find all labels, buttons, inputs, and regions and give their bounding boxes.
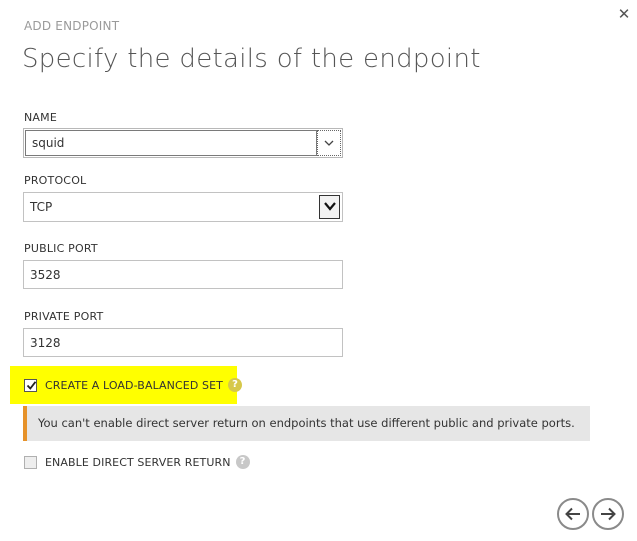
dialog-title: Specify the details of the endpoint — [22, 44, 481, 74]
private-port-input[interactable] — [23, 328, 343, 357]
chevron-down-icon — [323, 202, 336, 211]
chevron-down-icon — [324, 140, 334, 146]
direct-return-checkbox[interactable] — [24, 455, 37, 469]
protocol-select[interactable]: TCP — [23, 192, 343, 222]
load-balanced-checkbox[interactable] — [24, 378, 37, 392]
info-message: You can't enable direct server return on… — [23, 406, 590, 441]
next-button[interactable] — [592, 498, 624, 530]
name-combobox[interactable]: squid — [23, 128, 343, 158]
direct-return-row[interactable]: ENABLE DIRECT SERVER RETURN ? — [24, 455, 250, 469]
public-port-input[interactable] — [23, 260, 343, 289]
arrow-right-icon — [601, 507, 616, 521]
help-icon[interactable]: ? — [227, 378, 242, 392]
load-balanced-row[interactable]: CREATE A LOAD-BALANCED SET ? — [24, 378, 242, 392]
back-button[interactable] — [557, 498, 589, 530]
protocol-label: PROTOCOL — [24, 174, 87, 187]
name-dropdown-button[interactable] — [317, 130, 341, 156]
dialog-kicker: ADD ENDPOINT — [24, 19, 120, 33]
protocol-value: TCP — [30, 200, 53, 214]
protocol-dropdown-button[interactable] — [319, 195, 340, 219]
close-icon[interactable]: ✕ — [616, 6, 632, 22]
public-port-label: PUBLIC PORT — [24, 242, 98, 255]
arrow-left-icon — [565, 507, 580, 521]
name-label: NAME — [24, 111, 57, 124]
load-balanced-label[interactable]: CREATE A LOAD-BALANCED SET — [45, 379, 223, 392]
checkmark-icon — [26, 380, 37, 390]
private-port-label: PRIVATE PORT — [24, 310, 104, 323]
name-field[interactable]: squid — [25, 130, 317, 156]
help-icon[interactable]: ? — [235, 455, 250, 469]
direct-return-label[interactable]: ENABLE DIRECT SERVER RETURN — [45, 456, 231, 469]
